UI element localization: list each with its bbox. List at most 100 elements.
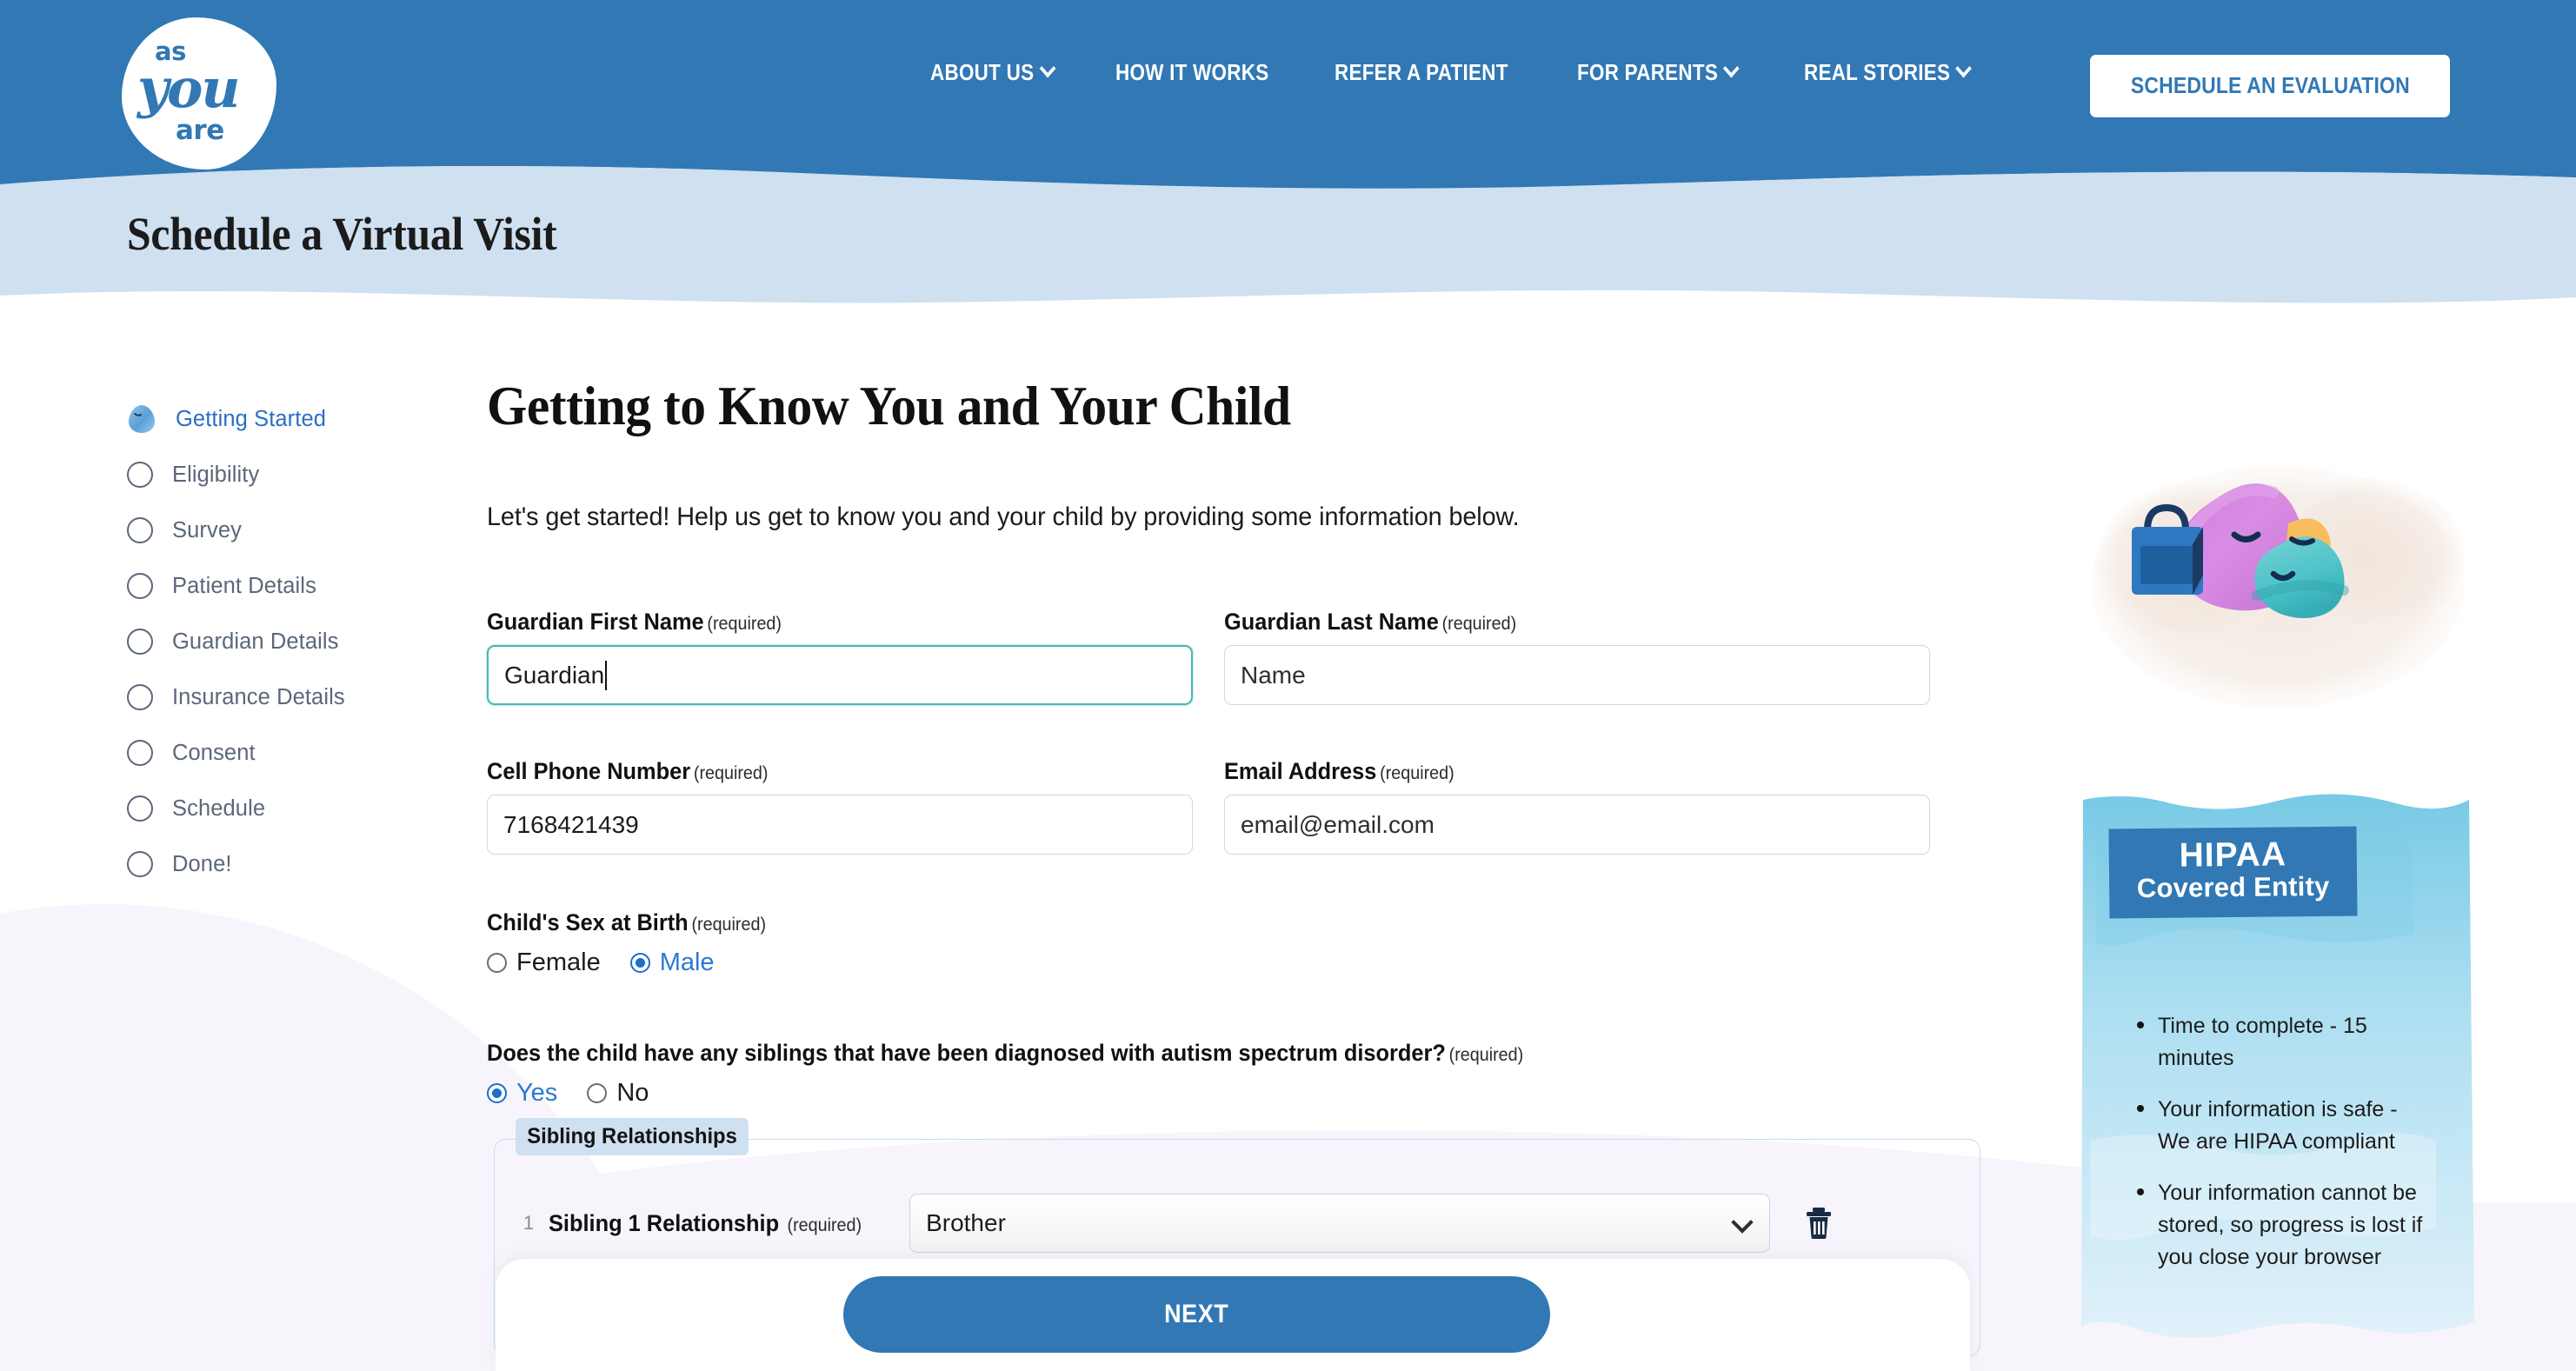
sidebar-item-consent[interactable]: Consent [127,725,414,781]
email-group: Email Address (required) email@email.com [1224,758,1930,855]
radio-icon-male[interactable] [629,953,650,973]
sex-option-male[interactable]: Male [629,948,715,977]
hipaa-bullet: Your information cannot be stored, so pr… [2135,1177,2431,1274]
sex-option-female-label: Female [516,948,601,976]
progress-steps-sidebar: Getting Started Eligibility Survey Patie… [127,391,414,892]
guardian-first-name-input[interactable]: Guardian [487,645,1193,705]
sibling-relationship-select[interactable]: Brother [909,1194,1771,1253]
step-circle-icon [127,629,153,655]
cell-phone-group: Cell Phone Number (required) 7168421439 [487,758,1193,855]
sex-at-birth-label: Child's Sex at Birth (required) [487,909,767,935]
nav-item-label: REFER A PATIENT [1335,61,1508,85]
nav-item-about-us[interactable]: ABOUT US [930,59,1056,86]
guardian-last-name-input[interactable]: Name [1224,645,1930,705]
required-tag: (required) [1380,763,1454,783]
email-input[interactable]: email@email.com [1224,795,1930,855]
page-root: as you are ABOUT US HOW IT WORKS REFER A… [0,0,2576,1371]
sibling-relationships-legend: Sibling Relationships [516,1118,749,1155]
page-title: Schedule a Virtual Visit [127,208,557,260]
nav-item-how-it-works[interactable]: HOW IT WORKS [1115,61,1268,86]
band-wave-divider [0,290,2576,322]
sidebar-item-label: Consent [172,740,256,765]
hipaa-bullet: Your information is safe - We are HIPAA … [2135,1094,2431,1158]
sex-option-female[interactable]: Female [487,948,601,977]
sidebar-item-schedule[interactable]: Schedule [127,781,414,836]
next-button[interactable]: NEXT [843,1276,1550,1353]
step-circle-icon [127,740,153,766]
nav-item-refer-a-patient[interactable]: REFER A PATIENT [1335,61,1508,86]
schedule-an-evaluation-label: SCHEDULE AN EVALUATION [2130,73,2410,98]
chevron-down-icon [1723,59,1740,78]
sidebar-item-guardian-details[interactable]: Guardian Details [127,614,414,669]
hipaa-bullet: Time to complete - 15 minutes [2135,1010,2431,1075]
siblings-radio-group: Yes No [487,1079,1930,1108]
step-circle-icon [127,795,153,822]
siblings-question-label: Does the child have any siblings that ha… [487,1040,1524,1066]
logo-blob-shape: as you are [122,17,276,170]
cell-phone-value: 7168421439 [503,810,639,838]
email-label: Email Address (required) [1224,758,1454,784]
nav-item-label: ABOUT US [930,61,1035,85]
form-heading: Getting to Know You and Your Child [487,375,1291,436]
required-tag: (required) [1448,1045,1524,1065]
nav-wave-divider [0,158,2576,198]
nav-item-label: REAL STORIES [1804,61,1951,85]
sidebar-item-label: Guardian Details [172,629,339,654]
sidebar-item-label: Eligibility [172,462,260,487]
sidebar-item-survey[interactable]: Survey [127,502,414,558]
active-step-blob-icon [127,404,156,434]
sidebar-item-done[interactable]: Done! [127,836,414,892]
hipaa-info-panel: HIPAA Covered Entity Time to complete - … [2067,793,2485,1341]
sibling-relationship-label: Sibling 1 Relationship (required) [549,1209,862,1236]
radio-icon-yes[interactable] [487,1083,507,1103]
cell-phone-label: Cell Phone Number (required) [487,758,769,784]
chevron-down-icon [1731,1211,1754,1234]
radio-icon-female[interactable] [487,953,507,973]
sidebar-item-insurance-details[interactable]: Insurance Details [127,669,414,725]
schedule-an-evaluation-button[interactable]: SCHEDULE AN EVALUATION [2090,55,2450,117]
hipaa-badge-line-2: Covered Entity [2136,870,2330,904]
required-tag: (required) [707,614,782,634]
hipaa-badge-line-1: HIPAA [2179,835,2287,875]
next-button-label: NEXT [1164,1300,1229,1328]
sex-at-birth-group: Child's Sex at Birth (required) Female Ma… [487,909,1930,977]
as-you-are-logo[interactable]: as you are [122,17,276,170]
required-tag: (required) [693,763,769,783]
nav-item-for-parents[interactable]: FOR PARENTS [1577,59,1740,86]
guardian-last-name-placeholder: Name [1241,661,1306,689]
guardian-last-name-label: Guardian Last Name (required) [1224,609,1517,635]
required-tag: (required) [1441,614,1517,634]
sidebar-item-eligibility[interactable]: Eligibility [127,447,414,502]
sidebar-item-label: Schedule [172,795,266,821]
guardian-first-name-value: Guardian [504,661,605,689]
required-tag: (required) [787,1215,862,1235]
sidebar-item-label: Insurance Details [172,684,345,709]
sidebar-item-patient-details[interactable]: Patient Details [127,558,414,614]
hipaa-bullet-list: Time to complete - 15 minutes Your infor… [2135,1010,2431,1293]
siblings-option-yes[interactable]: Yes [487,1079,557,1108]
nav-menu: ABOUT US HOW IT WORKS REFER A PATIENT FO… [930,59,2037,86]
sex-at-birth-radio-group: Female Male [487,948,1930,977]
nav-item-label: HOW IT WORKS [1115,61,1269,85]
parent-child-blobs-illustration [2087,443,2469,730]
siblings-question-group: Does the child have any siblings that ha… [487,1040,1930,1108]
sex-option-male-label: Male [659,948,715,976]
guardian-last-name-group: Guardian Last Name (required) Name [1224,609,1930,705]
chevron-down-icon [1955,59,1973,78]
logo-text-are: are [176,115,224,146]
siblings-option-no[interactable]: No [587,1079,649,1108]
nav-item-real-stories[interactable]: REAL STORIES [1804,59,1973,86]
step-circle-icon [127,851,153,877]
nav-item-label: FOR PARENTS [1577,61,1719,85]
step-circle-icon [127,573,153,599]
cell-phone-input[interactable]: 7168421439 [487,795,1193,855]
delete-sibling-row-button[interactable] [1803,1206,1834,1241]
siblings-option-no-label: No [616,1079,649,1107]
step-circle-icon [127,462,153,488]
guardian-first-name-group: Guardian First Name (required) Guardian [487,609,1193,705]
hipaa-covered-entity-badge: HIPAA Covered Entity [2108,826,2358,919]
sidebar-item-label: Survey [172,517,242,542]
radio-icon-no[interactable] [587,1083,608,1103]
sidebar-item-getting-started[interactable]: Getting Started [127,391,414,447]
required-tag: (required) [691,915,767,935]
